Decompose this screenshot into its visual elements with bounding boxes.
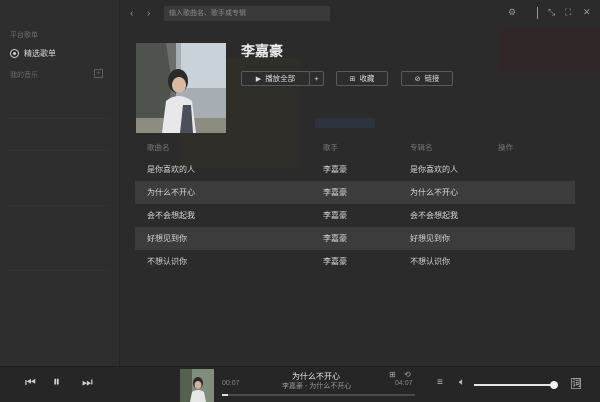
volume-icon[interactable]: 🔈︎ xyxy=(459,377,465,388)
add-to-queue-button[interactable]: + xyxy=(309,71,324,86)
background-overlay xyxy=(500,28,600,74)
song-name: 是你喜欢的人 xyxy=(147,165,195,174)
top-bar: ‹ › 输入歌曲名、歌手或专辑 ⚙ ⤡ ⛶ ✕ xyxy=(120,0,600,28)
background-overlay xyxy=(315,118,375,128)
artist-name[interactable]: 李嘉豪 xyxy=(323,158,347,181)
play-all-label: 播放全部 xyxy=(265,74,296,83)
table-row[interactable]: 会不会想起我 李嘉豪 会不会想起我 xyxy=(135,204,575,227)
divider xyxy=(8,150,108,151)
sidebar-item-featured-playlists[interactable]: 精选歌单 xyxy=(10,48,56,59)
folder-add-icon[interactable]: ⊞ xyxy=(389,370,396,379)
artist-name[interactable]: 李嘉豪 xyxy=(323,227,347,250)
gear-icon[interactable]: ⚙ xyxy=(508,7,516,18)
divider xyxy=(8,205,108,206)
song-name: 好想见到你 xyxy=(147,234,187,243)
minimize-icon[interactable]: ⤡ xyxy=(548,7,555,18)
volume-slider[interactable] xyxy=(474,381,558,389)
column-header-artist: 歌手 xyxy=(323,143,338,152)
album-name[interactable]: 不想认识你 xyxy=(410,250,450,273)
artist-name[interactable]: 李嘉豪 xyxy=(323,204,347,227)
sidebar-item-label: 精选歌单 xyxy=(24,49,56,58)
progress-fill xyxy=(222,394,228,396)
play-all-button[interactable]: ▶ 播放全部 xyxy=(241,71,310,86)
lyrics-icon[interactable]: 词 xyxy=(571,378,581,389)
search-input[interactable]: 输入歌曲名、歌手或专辑 xyxy=(164,6,330,21)
now-playing-cover[interactable] xyxy=(180,369,214,402)
playlist-queue-icon[interactable]: ≡ xyxy=(437,377,443,388)
link-label: 链接 xyxy=(424,74,440,83)
album-name[interactable]: 会不会想起我 xyxy=(410,204,458,227)
playlist-view: 李嘉豪 ▶ 播放全部 + ⊞ 收藏 ⊘ 链接 歌曲名 歌手 专辑名 操作 是你喜… xyxy=(120,28,600,366)
divider xyxy=(8,118,108,119)
song-table-header: 歌曲名 歌手 专辑名 操作 xyxy=(135,142,575,156)
play-icon: ▶ xyxy=(255,75,262,83)
sidebar: 平台歌单 精选歌单 我的音乐 + xyxy=(0,0,120,366)
progress-bar[interactable] xyxy=(222,394,415,396)
table-row[interactable]: 不想认识你 李嘉豪 不想认识你 xyxy=(135,250,575,273)
disc-icon xyxy=(10,49,19,58)
column-header-album: 专辑名 xyxy=(410,143,433,152)
folder-add-icon: ⊞ xyxy=(349,75,356,83)
artist-name[interactable]: 李嘉豪 xyxy=(323,250,347,273)
close-icon[interactable]: ✕ xyxy=(583,7,591,18)
song-name: 会不会想起我 xyxy=(147,211,195,220)
playlist-cover-image xyxy=(136,43,226,133)
album-name[interactable]: 好想见到你 xyxy=(410,227,450,250)
song-name: 为什么不开心 xyxy=(147,188,195,197)
pause-icon[interactable]: ⏸ xyxy=(53,373,60,390)
my-music-header: 我的音乐 xyxy=(10,72,38,79)
volume-knob[interactable] xyxy=(550,381,558,389)
column-header-actions: 操作 xyxy=(498,143,513,152)
artist-name[interactable]: 李嘉豪 xyxy=(323,181,347,204)
table-row[interactable]: 是你喜欢的人 李嘉豪 是你喜欢的人 xyxy=(135,158,575,181)
repeat-icon[interactable]: ⟲ xyxy=(404,370,411,379)
add-playlist-button[interactable]: + xyxy=(94,69,103,78)
song-name: 不想认识你 xyxy=(147,257,187,266)
divider xyxy=(8,270,108,271)
chevron-left-icon[interactable]: ‹ xyxy=(130,8,133,19)
previous-track-icon[interactable]: ⏮ xyxy=(25,375,36,390)
now-playing-subtitle: 李嘉豪 - 为什么不开心 xyxy=(282,383,352,390)
copy-link-button[interactable]: ⊘ 链接 xyxy=(401,71,453,86)
chevron-right-icon[interactable]: › xyxy=(147,8,150,19)
table-row[interactable]: 为什么不开心 李嘉豪 为什么不开心 xyxy=(135,181,575,204)
next-track-icon[interactable]: ⏭ xyxy=(82,375,93,390)
current-time: 00:07 xyxy=(222,380,240,387)
column-header-song: 歌曲名 xyxy=(147,143,170,152)
playlist-title: 李嘉豪 xyxy=(241,43,283,59)
player-bar: ⏮ ⏸ ⏭ 为什么不开心 李嘉豪 - 为什么不开心 00:07 04:07 ⊞ … xyxy=(0,366,600,402)
fullscreen-icon[interactable]: ⛶ xyxy=(565,7,571,18)
favorite-label: 收藏 xyxy=(359,74,375,83)
divider xyxy=(537,7,538,19)
album-name[interactable]: 是你喜欢的人 xyxy=(410,158,458,181)
link-icon: ⊘ xyxy=(414,75,421,83)
favorite-button[interactable]: ⊞ 收藏 xyxy=(336,71,388,86)
song-list: 是你喜欢的人 李嘉豪 是你喜欢的人 为什么不开心 李嘉豪 为什么不开心 会不会想… xyxy=(135,158,575,273)
table-row[interactable]: 好想见到你 李嘉豪 好想见到你 xyxy=(135,227,575,250)
album-name[interactable]: 为什么不开心 xyxy=(410,181,458,204)
volume-fill xyxy=(474,384,554,386)
sidebar-section-header: 平台歌单 xyxy=(10,32,38,39)
total-time: 04:07 xyxy=(395,380,413,387)
